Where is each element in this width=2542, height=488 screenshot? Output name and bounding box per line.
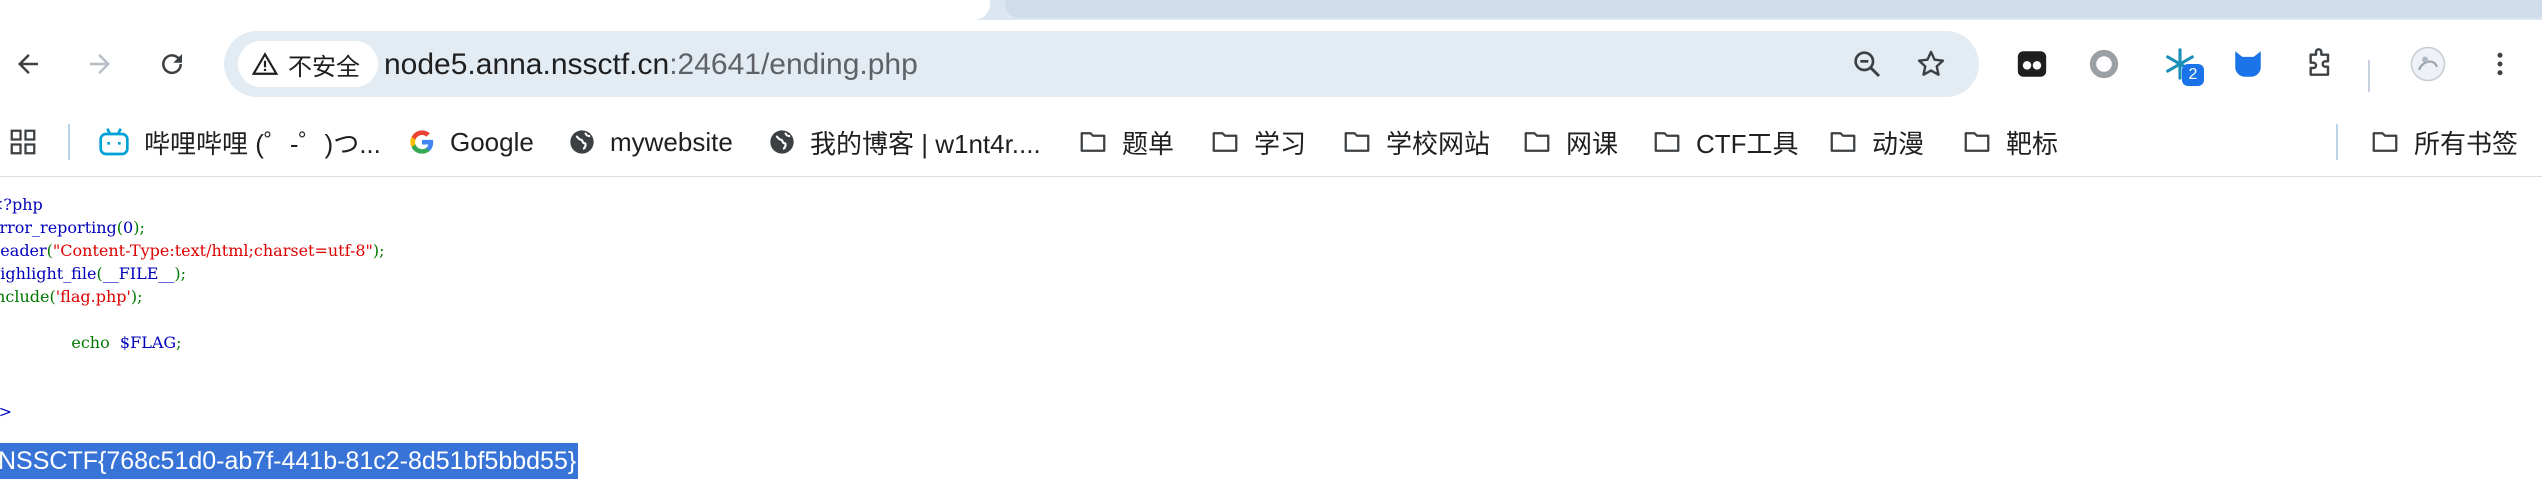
browser-menu-button[interactable] bbox=[2480, 44, 2520, 84]
globe-icon bbox=[770, 130, 794, 154]
code-variable: $FLAG bbox=[119, 333, 177, 352]
bookmark-label: 我的博客 | w1nt4r.... bbox=[810, 128, 1041, 159]
inactive-tab[interactable] bbox=[1005, 0, 2542, 18]
apps-button[interactable] bbox=[8, 122, 38, 162]
glasses-extension-icon bbox=[2017, 51, 2047, 77]
folder-icon bbox=[1524, 132, 1550, 152]
folder-icon bbox=[1830, 132, 1856, 152]
bookmark-label: 网课 bbox=[1566, 128, 1619, 159]
more-vert-icon bbox=[2497, 52, 2503, 76]
bookmark-folder-courses[interactable]: 网课 bbox=[1522, 122, 1618, 162]
bookmark-label: 学校网站 bbox=[1386, 128, 1491, 159]
url-text[interactable]: node5.anna.nssctf.cn:24641/ending.php bbox=[384, 48, 918, 82]
reload-icon bbox=[162, 54, 183, 75]
extension-cat[interactable] bbox=[2228, 44, 2268, 84]
url-path: :24641/ending.php bbox=[669, 48, 918, 81]
browser-toolbar: 不安全 node5.anna.nssctf.cn:24641/ending.ph… bbox=[0, 20, 2542, 108]
tab-strip bbox=[0, 0, 2542, 20]
back-arrow-icon bbox=[18, 54, 38, 74]
security-label: 不安全 bbox=[288, 53, 360, 81]
extension-snowflake[interactable]: 2 bbox=[2160, 44, 2204, 86]
avatar-icon bbox=[2410, 46, 2446, 82]
bookmarks-separator bbox=[2336, 124, 2338, 160]
page-content: <?php error_reporting(0); header("Conten… bbox=[0, 177, 2542, 488]
bookmark-label: 哔哩哔哩 (゜-゜)つ... bbox=[144, 128, 381, 159]
address-bar[interactable]: 不安全 node5.anna.nssctf.cn:24641/ending.ph… bbox=[224, 31, 1979, 97]
folder-icon bbox=[1654, 132, 1680, 152]
folder-icon bbox=[1344, 132, 1370, 152]
forward-arrow-icon bbox=[90, 54, 110, 74]
google-icon bbox=[410, 130, 434, 154]
code-function: highlight_file bbox=[0, 264, 97, 283]
bookmarks-bar: 哔哩哔哩 (゜-゜)つ... Google mywebsite 我的博客 | w… bbox=[0, 108, 2542, 176]
url-host: node5.anna.nssctf.cn bbox=[384, 48, 670, 81]
extensions-menu-button[interactable] bbox=[2300, 44, 2340, 84]
code-line: <?php bbox=[0, 195, 43, 214]
bookmark-mywebsite[interactable]: mywebsite bbox=[568, 122, 733, 162]
bookmark-folder-ctf-tools[interactable]: CTF工具 bbox=[1652, 122, 1799, 162]
zoom-out-icon bbox=[1854, 51, 1881, 78]
globe-icon bbox=[570, 130, 594, 154]
bookmark-google[interactable]: Google bbox=[408, 122, 534, 162]
code-function: error_reporting bbox=[0, 218, 117, 237]
zoom-button[interactable] bbox=[1850, 47, 1884, 81]
bookmark-label: 动漫 bbox=[1872, 128, 1925, 159]
site-security-chip[interactable]: 不安全 bbox=[238, 41, 378, 87]
bookmark-label: mywebsite bbox=[610, 126, 733, 157]
bookmark-blog[interactable]: 我的博客 | w1nt4r.... bbox=[768, 122, 1041, 162]
forward-button[interactable] bbox=[80, 44, 120, 84]
bookmark-label: Google bbox=[450, 126, 534, 157]
bookmark-folder-anime[interactable]: 动漫 bbox=[1828, 122, 1924, 162]
folder-icon bbox=[1212, 132, 1238, 152]
cat-extension-icon bbox=[2235, 51, 2261, 77]
puzzle-piece-icon bbox=[2309, 48, 2330, 76]
bilibili-icon bbox=[99, 128, 129, 156]
code-function: header bbox=[0, 241, 47, 260]
bookmark-folder-xuexi[interactable]: 学习 bbox=[1210, 122, 1306, 162]
flag-output-selected[interactable]: NSSCTF{768c51d0-ab7f-441b-81c2-8d51bf5bb… bbox=[0, 443, 579, 479]
profile-button[interactable] bbox=[2408, 44, 2448, 84]
extension-badge: 2 bbox=[2182, 64, 2204, 86]
bookmark-star-button[interactable] bbox=[1914, 47, 1948, 81]
all-bookmarks-button[interactable]: 所有书签 bbox=[2370, 122, 2518, 162]
bookmark-folder-school[interactable]: 学校网站 bbox=[1342, 122, 1490, 162]
reload-button[interactable] bbox=[152, 44, 192, 84]
bookmark-label: 学习 bbox=[1254, 128, 1307, 159]
star-icon bbox=[1917, 50, 1945, 76]
bookmark-label: CTF工具 bbox=[1696, 128, 1799, 159]
extension-record[interactable] bbox=[2084, 44, 2124, 84]
bookmark-folder-tidan[interactable]: 题单 bbox=[1078, 122, 1174, 162]
folder-icon bbox=[2372, 132, 2398, 152]
warning-icon bbox=[252, 52, 278, 75]
code-keyword: echo bbox=[71, 333, 115, 352]
back-button[interactable] bbox=[8, 44, 48, 84]
active-tab[interactable] bbox=[0, 0, 990, 20]
folder-icon bbox=[1080, 132, 1106, 152]
bookmark-label: 靶标 bbox=[2006, 128, 2059, 159]
record-extension-icon bbox=[2089, 49, 2119, 79]
code-keyword: include( bbox=[0, 287, 56, 306]
bookmarks-separator bbox=[68, 124, 70, 160]
php-source-code: <?php error_reporting(0); header("Conten… bbox=[0, 193, 385, 423]
bookmark-bilibili[interactable]: 哔哩哔哩 (゜-゜)つ... bbox=[98, 122, 381, 162]
bookmark-folder-target[interactable]: 靶标 bbox=[1962, 122, 2058, 162]
folder-icon bbox=[1964, 132, 1990, 152]
code-line: ?> bbox=[0, 402, 12, 421]
toolbar-separator bbox=[2368, 60, 2370, 92]
extension-glasses[interactable] bbox=[2012, 44, 2052, 84]
bookmark-label: 题单 bbox=[1122, 128, 1175, 159]
all-bookmarks-label: 所有书签 bbox=[2414, 128, 2519, 159]
apps-grid-icon bbox=[10, 129, 36, 155]
